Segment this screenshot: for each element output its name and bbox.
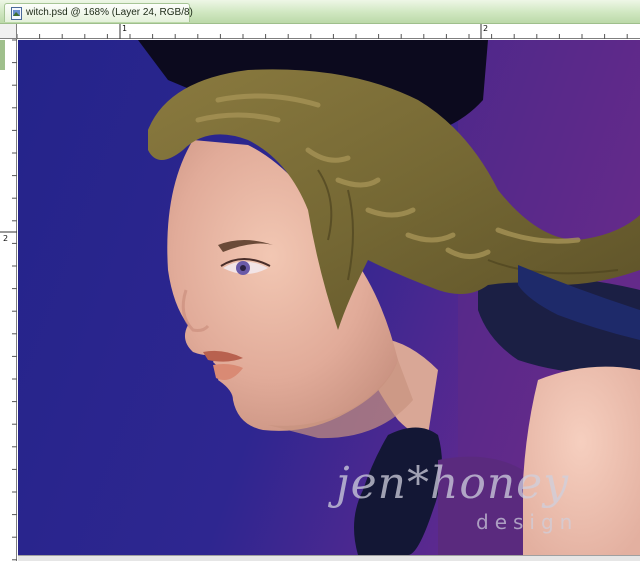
- ruler-label-v2: 2: [3, 234, 9, 243]
- status-bar: [18, 555, 640, 561]
- watermark-logo: jen*honey design: [336, 458, 636, 548]
- horizontal-ruler[interactable]: 1 2: [17, 24, 640, 39]
- ruler-origin[interactable]: [0, 24, 17, 39]
- vertical-ruler[interactable]: 2: [0, 24, 17, 561]
- ruler-label-1: 1: [122, 24, 128, 33]
- document-title-bar: witch.psd @ 168% (Layer 24, RGB/8): [0, 0, 640, 24]
- document-tab[interactable]: witch.psd @ 168% (Layer 24, RGB/8): [4, 3, 193, 22]
- vertical-ruler-ticks: [0, 39, 17, 561]
- photoshop-document-icon: [11, 7, 22, 20]
- horizontal-ruler-ticks: [17, 24, 628, 39]
- document-canvas[interactable]: jen*honey design: [18, 40, 640, 555]
- panel-edge: [0, 40, 5, 70]
- document-title: witch.psd @ 168% (Layer 24, RGB/8): [26, 7, 193, 18]
- watermark-sub: design: [476, 510, 579, 534]
- ruler-label-2: 2: [483, 24, 489, 33]
- watermark-main: jen*honey: [336, 458, 570, 509]
